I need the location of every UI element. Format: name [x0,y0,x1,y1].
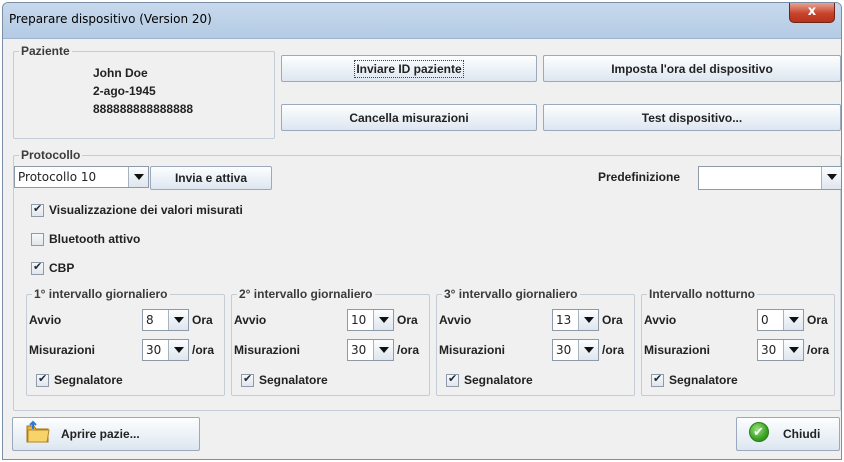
dialog-content: Paziente John Doe 2-ago-1945 88888888888… [8,39,841,459]
folder-icon [26,420,50,443]
patient-dob: 2-ago-1945 [93,84,156,98]
interval-1-meas-select[interactable]: 30 [142,339,189,361]
interval-1-start-select[interactable]: 8 [142,309,189,331]
open-patient-label: Aprire pazie... [61,427,140,441]
clear-measurements-label: Cancella misurazioni [349,110,469,125]
interval-2-meas-select[interactable]: 30 [347,339,394,361]
interval-1-start-value: 8 [146,313,154,327]
protocol-group: Protocollo Protocollo 10 Invia e attiva … [13,148,841,411]
open-patient-button[interactable]: Aprire pazie... [12,417,200,451]
interval-night-legend: Intervallo notturno [647,287,757,301]
protocol-select-value: Protocollo 10 [18,170,97,184]
chevron-down-icon[interactable] [128,167,148,187]
chevron-down-icon[interactable] [783,340,803,360]
checkmark-icon [749,422,769,442]
interval-1-marker-checkbox[interactable] [36,372,49,387]
interval-night-start-unit: Ora [807,313,828,327]
interval-3-start-label: Avvio [439,313,472,327]
interval-1-meas-unit: /ora [192,343,215,357]
interval-2-start-value: 10 [351,313,367,327]
interval-1-group: 1° intervallo giornaliero Avvio 8 Ora Mi… [26,287,225,396]
close-icon: x [807,4,817,19]
preset-select[interactable] [698,166,841,190]
interval-3-meas-unit: /ora [602,343,625,357]
chevron-down-icon[interactable] [783,310,803,330]
chevron-down-icon[interactable] [578,340,598,360]
interval-night-start-label: Avvio [644,313,677,327]
test-device-label: Test dispositivo... [641,110,743,125]
interval-night-group: Intervallo notturno Avvio 0 Ora Misurazi… [641,287,835,396]
interval-2-marker-checkbox[interactable] [241,372,254,387]
chevron-down-icon[interactable] [578,310,598,330]
dialog-window: Preparare dispositivo (Version 20) x Paz… [2,2,842,460]
set-device-time-label: Imposta l'ora del dispositivo [611,61,773,76]
send-activate-button[interactable]: Invia e attiva [150,166,272,190]
interval-3-marker-checkbox[interactable] [446,372,459,387]
interval-night-meas-select[interactable]: 30 [757,339,804,361]
interval-2-meas-value: 30 [351,343,367,357]
preset-label: Predefinizione [598,170,681,184]
interval-2-legend: 2° intervallo giornaliero [237,287,375,301]
send-activate-label: Invia e attiva [174,171,248,185]
set-device-time-button[interactable]: Imposta l'ora del dispositivo [543,55,841,82]
interval-1-meas-value: 30 [146,343,162,357]
interval-1-start-unit: Ora [192,313,213,327]
interval-3-meas-label: Misurazioni [439,343,506,357]
send-patient-id-button[interactable]: Inviare ID paziente [281,55,537,82]
close-window-button[interactable]: x [789,3,835,23]
interval-3-marker-label: Segnalatore [464,373,533,387]
interval-2-start-unit: Ora [397,313,418,327]
interval-night-start-value: 0 [761,313,769,327]
interval-3-meas-select[interactable]: 30 [552,339,599,361]
protocol-legend: Protocollo [19,148,83,162]
patient-name: John Doe [93,66,148,80]
clear-measurements-button[interactable]: Cancella misurazioni [281,104,537,131]
interval-2-meas-label: Misurazioni [234,343,301,357]
chevron-down-icon[interactable] [373,340,393,360]
patient-group: Paziente John Doe 2-ago-1945 88888888888… [13,44,275,139]
interval-1-start-label: Avvio [29,313,62,327]
interval-2-start-label: Avvio [234,313,267,327]
interval-night-meas-label: Misurazioni [644,343,711,357]
close-button[interactable]: Chiudi [736,417,840,451]
show-values-label: Visualizzazione dei valori misurati [49,203,243,217]
interval-1-marker-label: Segnalatore [54,373,123,387]
interval-night-meas-value: 30 [761,343,777,357]
test-device-button[interactable]: Test dispositivo... [543,104,841,131]
send-patient-id-label: Inviare ID paziente [354,59,464,78]
interval-1-legend: 1° intervallo giornaliero [32,287,170,301]
interval-3-group: 3° intervallo giornaliero Avvio 13 Ora M… [436,287,635,396]
cbp-checkbox[interactable] [31,260,44,275]
interval-1-meas-label: Misurazioni [29,343,96,357]
patient-id: 888888888888888 [93,102,194,116]
interval-2-meas-unit: /ora [397,343,420,357]
interval-3-start-select[interactable]: 13 [552,309,599,331]
bluetooth-checkbox[interactable] [31,233,44,246]
interval-night-marker-checkbox[interactable] [651,372,664,387]
title-bar[interactable]: Preparare dispositivo (Version 20) x [3,3,841,39]
interval-night-start-select[interactable]: 0 [757,309,804,331]
interval-2-start-select[interactable]: 10 [347,309,394,331]
interval-3-meas-value: 30 [556,343,572,357]
interval-2-group: 2° intervallo giornaliero Avvio 10 Ora M… [231,287,430,396]
interval-night-marker-label: Segnalatore [669,373,738,387]
chevron-down-icon[interactable] [168,340,188,360]
interval-night-meas-unit: /ora [807,343,830,357]
window-title: Preparare dispositivo (Version 20) [9,12,212,26]
close-label: Chiudi [783,427,821,441]
chevron-down-icon[interactable] [821,167,841,189]
cbp-label: CBP [49,261,75,275]
interval-3-start-unit: Ora [602,313,623,327]
chevron-down-icon[interactable] [373,310,393,330]
show-values-checkbox[interactable] [31,202,44,217]
bluetooth-label: Bluetooth attivo [49,232,141,246]
protocol-select[interactable]: Protocollo 10 [14,166,149,188]
interval-3-legend: 3° intervallo giornaliero [442,287,580,301]
interval-2-marker-label: Segnalatore [259,373,328,387]
patient-legend: Paziente [19,44,72,58]
interval-3-start-value: 13 [556,313,572,327]
chevron-down-icon[interactable] [168,310,188,330]
